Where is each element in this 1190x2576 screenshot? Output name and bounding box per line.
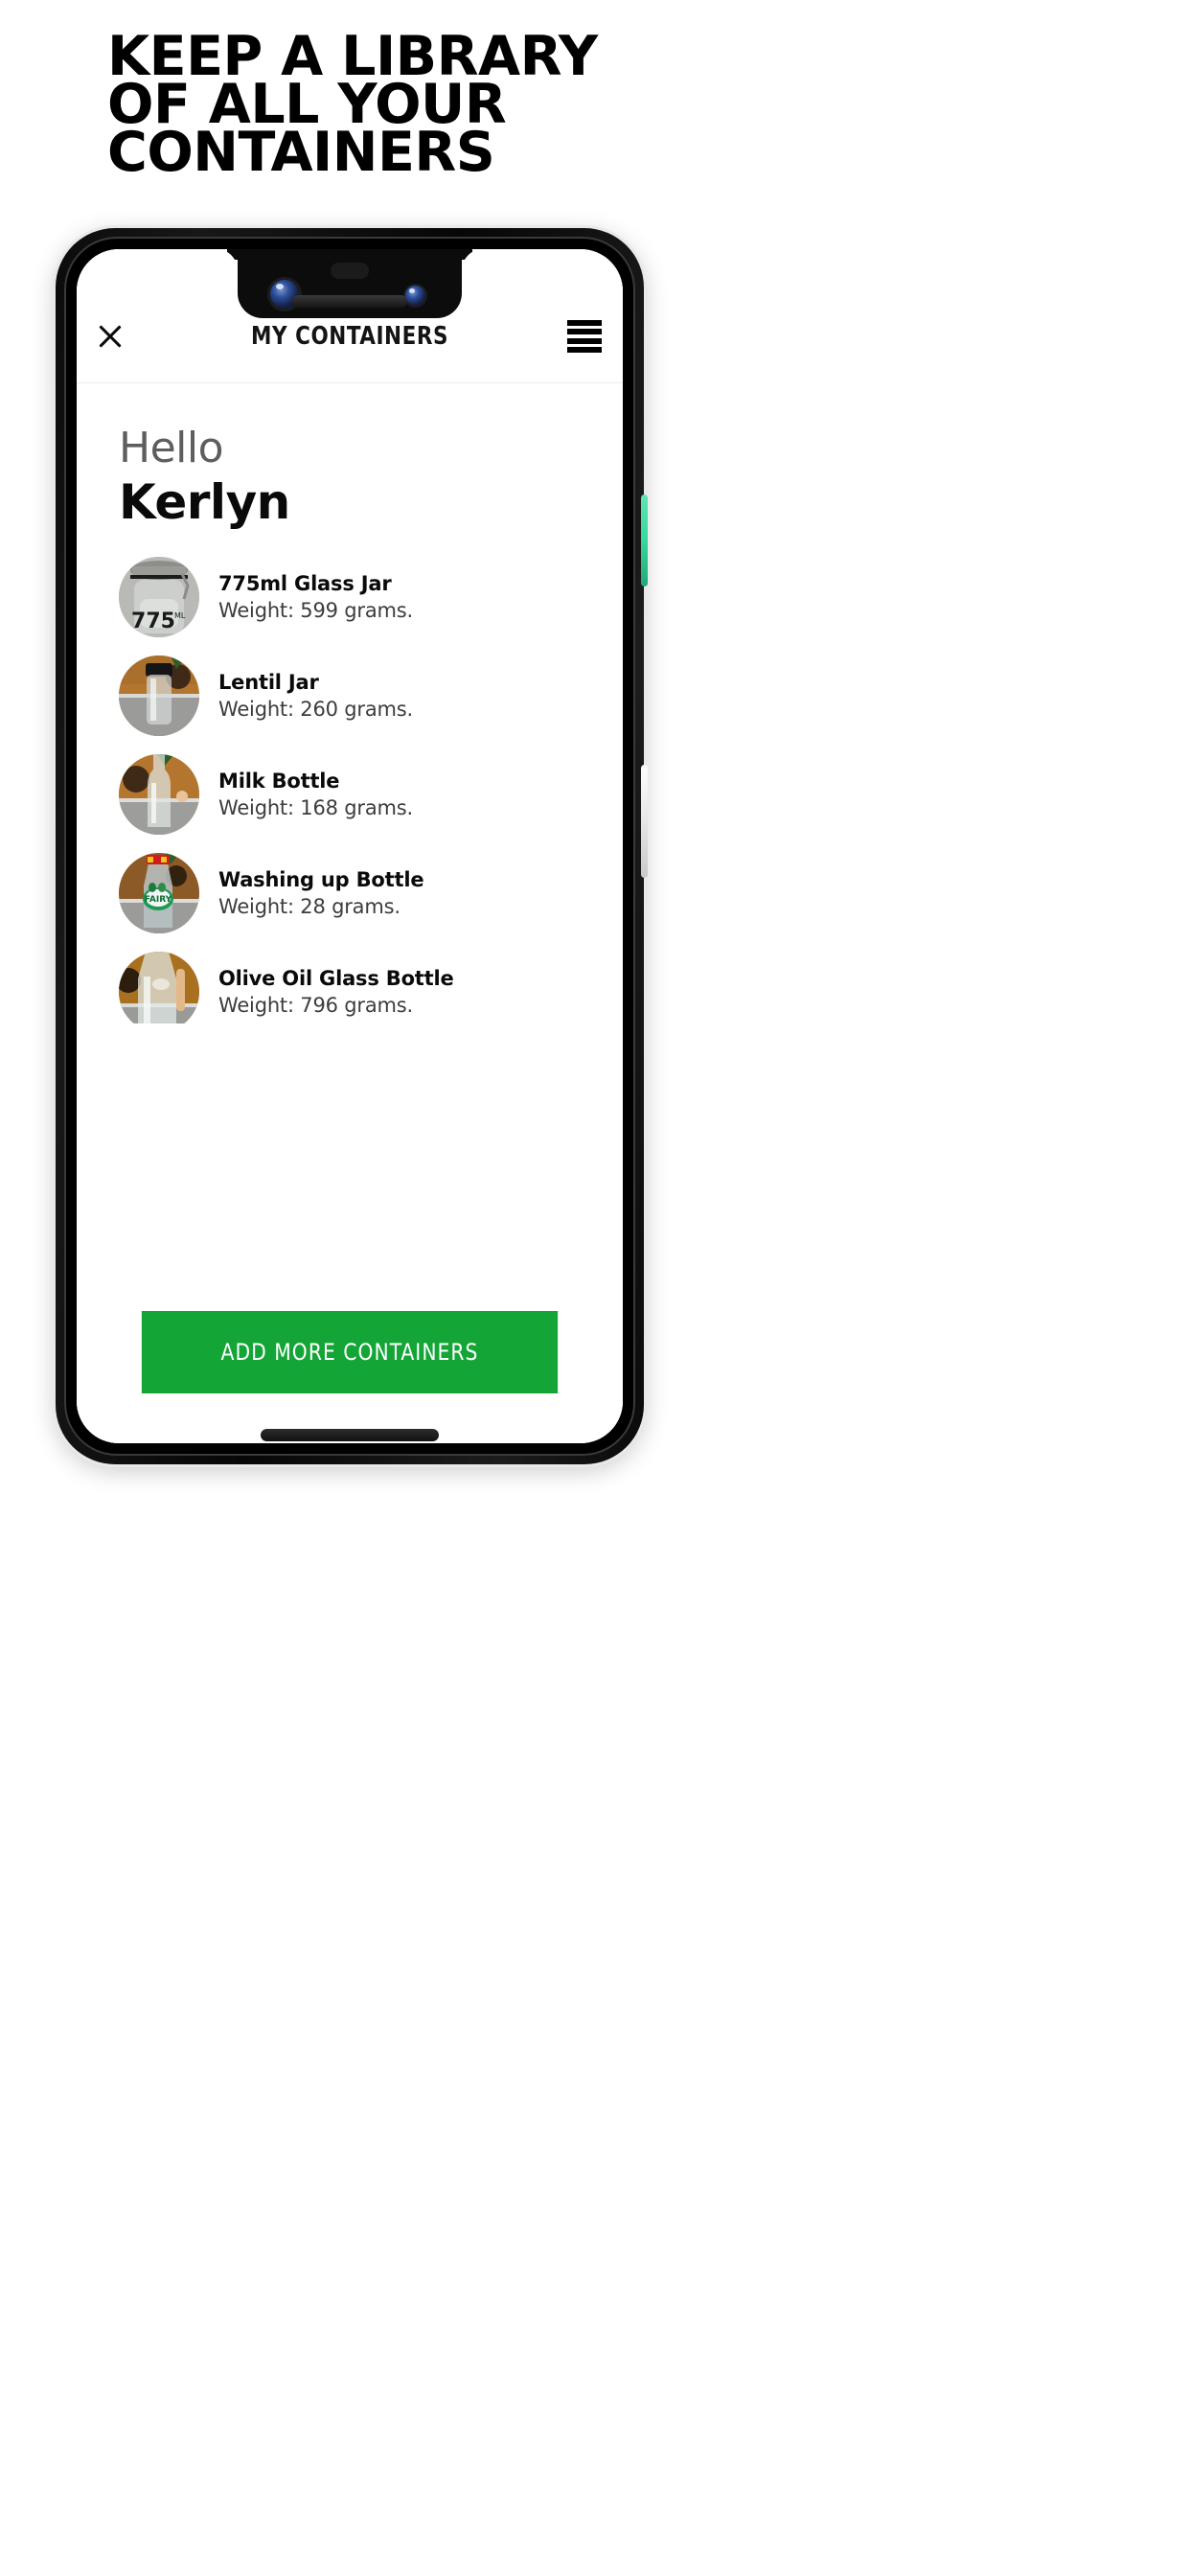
svg-text:FAIRY: FAIRY	[145, 895, 172, 905]
greeting-username: Kerlyn	[119, 474, 290, 530]
page-title: MY CONTAINERS	[250, 322, 449, 351]
menu-bar-4	[567, 346, 602, 353]
front-camera-secondary-icon	[405, 286, 425, 306]
app-body: Hello Kerlyn 775 ML 775ml Glass Jar Weig…	[77, 383, 623, 1311]
milk-bottle-photo	[119, 753, 199, 835]
list-item-title: 775ml Glass Jar	[218, 571, 392, 595]
lentil-jar-photo	[119, 655, 199, 736]
phone-device-mockup: MY CONTAINERS Hello Kerlyn 775 ML 775ml …	[56, 228, 648, 1464]
app-footer: ADD MORE CONTAINERS	[77, 1311, 623, 1443]
list-item-text: Olive Oil Glass Bottle Weight: 796 grams…	[218, 965, 454, 1019]
container-list[interactable]: 775 ML 775ml Glass Jar Weight: 599 grams…	[77, 554, 623, 1024]
greeting-salutation: Hello	[119, 424, 224, 472]
menu-bar-1	[567, 320, 602, 326]
olive-oil-bottle-photo	[119, 951, 199, 1024]
list-item-text: Washing up Bottle Weight: 28 grams.	[218, 866, 424, 920]
list-item-weight: Weight: 28 grams.	[218, 894, 400, 918]
earpiece-speaker-icon	[292, 295, 407, 308]
promo-headline: KEEP A LIBRARY OF ALL YOUR CONTAINERS	[107, 30, 644, 184]
list-item[interactable]: Milk Bottle Weight: 168 grams.	[119, 751, 623, 837]
list-item-weight: Weight: 599 grams.	[218, 598, 413, 622]
list-item[interactable]: Olive Oil Glass Bottle Weight: 796 grams…	[119, 949, 623, 1024]
phone-notch	[238, 249, 462, 318]
list-item[interactable]: 775 ML 775ml Glass Jar Weight: 599 grams…	[119, 554, 623, 639]
list-item-title: Milk Bottle	[218, 769, 340, 793]
greeting-block: Hello Kerlyn	[77, 383, 623, 544]
proximity-sensor-icon	[331, 263, 369, 279]
volume-rocker-button[interactable]	[641, 765, 648, 878]
glass-jar-775ml-photo: 775 ML	[119, 556, 199, 637]
list-item[interactable]: FAIRY Washing up Bottle Weight: 28 grams…	[119, 850, 623, 935]
svg-text:ML: ML	[174, 611, 186, 620]
list-item-title: Washing up Bottle	[218, 867, 424, 891]
list-item-weight: Weight: 260 grams.	[218, 697, 413, 721]
washing-up-bottle-photo: FAIRY	[119, 852, 199, 933]
list-item-weight: Weight: 168 grams.	[218, 795, 413, 819]
headline-line-3: CONTAINERS	[107, 121, 495, 184]
list-item[interactable]: Lentil Jar Weight: 260 grams.	[119, 653, 623, 738]
promo-page: KEEP A LIBRARY OF ALL YOUR CONTAINERS MY…	[0, 0, 1190, 2576]
add-more-containers-button[interactable]: ADD MORE CONTAINERS	[141, 1311, 559, 1393]
menu-bar-3	[567, 337, 602, 344]
list-item-text: Lentil Jar Weight: 260 grams.	[218, 669, 413, 723]
phone-screen: MY CONTAINERS Hello Kerlyn 775 ML 775ml …	[77, 249, 623, 1443]
list-item-title: Lentil Jar	[218, 670, 319, 694]
bottom-speaker-grille	[261, 1429, 439, 1441]
app-screen: MY CONTAINERS Hello Kerlyn 775 ML 775ml …	[77, 249, 623, 1443]
list-item-weight: Weight: 796 grams.	[218, 993, 413, 1017]
hamburger-menu-icon[interactable]	[567, 320, 602, 353]
list-item-text: 775ml Glass Jar Weight: 599 grams.	[218, 570, 413, 624]
menu-bar-2	[567, 329, 602, 335]
list-item-title: Olive Oil Glass Bottle	[218, 966, 454, 990]
svg-text:775: 775	[131, 610, 175, 633]
list-item-text: Milk Bottle Weight: 168 grams.	[218, 768, 413, 821]
power-button[interactable]	[641, 494, 648, 586]
